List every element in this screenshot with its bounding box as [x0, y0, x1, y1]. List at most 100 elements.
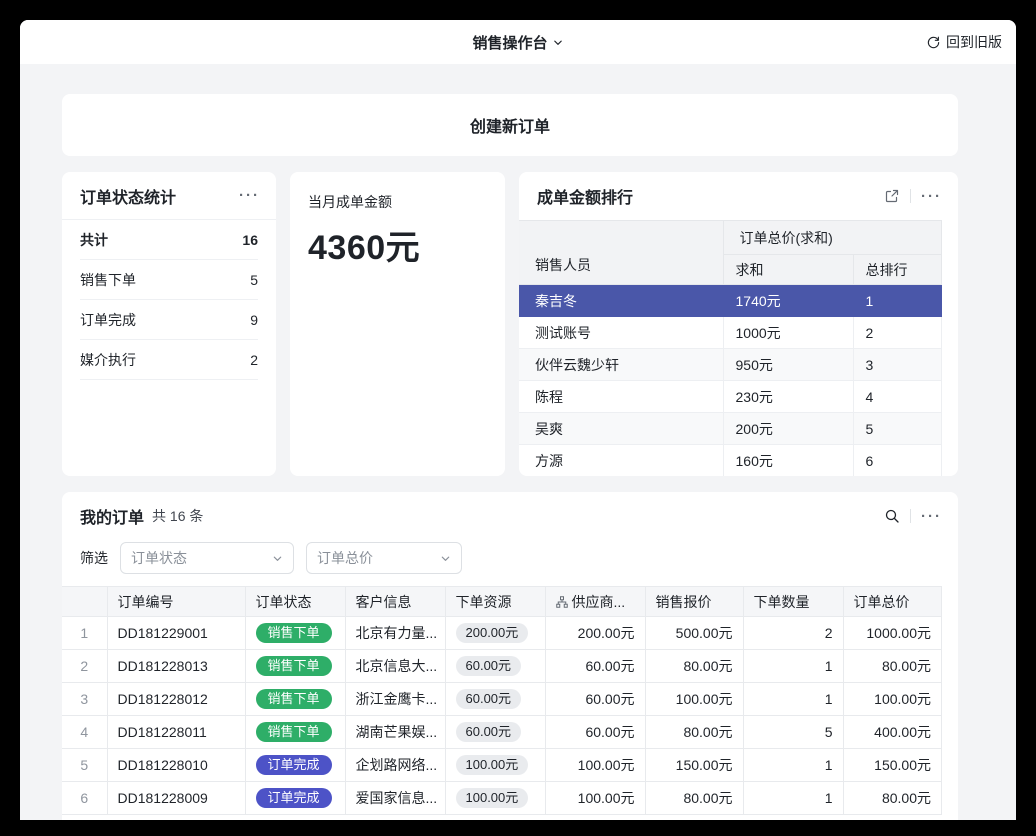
more-icon[interactable] [921, 188, 942, 205]
row-number: 5 [62, 749, 107, 782]
order-id: DD181228009 [107, 782, 245, 815]
total-cell: 80.00元 [843, 650, 942, 683]
order-row[interactable]: 3 DD181228012 销售下单 浙江金鹰卡... 60.00元 60.00… [62, 683, 942, 716]
order-id: DD181228011 [107, 716, 245, 749]
stats-label: 媒介执行 [80, 350, 136, 370]
order-id: DD181228013 [107, 650, 245, 683]
row-number: 1 [62, 617, 107, 650]
quote-cell: 150.00元 [645, 749, 743, 782]
customer-cell: 企划路网络... [345, 749, 445, 782]
ranking-title: 成单金额排行 [537, 184, 633, 208]
ranking-sum: 200元 [723, 413, 853, 445]
quantity-cell: 1 [743, 650, 843, 683]
ranking-rank: 5 [853, 413, 942, 445]
more-icon[interactable] [239, 187, 260, 204]
ranking-rank: 1 [853, 285, 942, 317]
quote-cell: 80.00元 [645, 782, 743, 815]
back-to-old-version-link[interactable]: 回到旧版 [926, 20, 1002, 64]
dashboard-switcher[interactable]: 销售操作台 [472, 20, 563, 64]
relation-icon [556, 596, 568, 608]
order-row[interactable]: 4 DD181228011 销售下单 湖南芒果娱... 60.00元 60.00… [62, 716, 942, 749]
create-order-button[interactable]: 创建新订单 [62, 94, 958, 156]
orders-table: 订单编号 订单状态 客户信息 下单资源 供应商... 销售报价 下单数量 订单 [62, 586, 942, 815]
ranking-row[interactable]: 测试账号 1000元 2 [519, 317, 942, 349]
chevron-down-icon [553, 37, 564, 48]
order-row[interactable]: 1 DD181229001 销售下单 北京有力量... 200.00元 200.… [62, 617, 942, 650]
resource-chip: 60.00元 [456, 689, 522, 709]
ranking-row[interactable]: 方源 160元 6 [519, 445, 942, 477]
ranking-name: 方源 [519, 445, 723, 477]
ranking-col-sum: 求和 [723, 255, 853, 285]
stats-value: 5 [250, 272, 258, 288]
total-cell: 80.00元 [843, 782, 942, 815]
col-order-id: 订单编号 [107, 587, 245, 617]
stats-cards-row: 订单状态统计 共计 16 销售下单 5 订单完成 9 [62, 172, 958, 476]
row-number: 6 [62, 782, 107, 815]
stats-row-total: 共计 16 [80, 220, 258, 260]
divider [910, 509, 911, 523]
status-badge: 销售下单 [256, 623, 332, 643]
ranking-col-total-group: 订单总价(求和) [723, 221, 942, 255]
ranking-col-rank: 总排行 [853, 255, 942, 285]
stats-label: 订单完成 [80, 310, 136, 330]
app-window: 销售操作台 回到旧版 创建新订单 订单状态统计 共计 16 [20, 20, 1016, 820]
ranking-row[interactable]: 吴爽 200元 5 [519, 413, 942, 445]
stats-value: 9 [250, 312, 258, 328]
ranking-card: 成单金额排行 销售人员 订单总价(求和) [519, 172, 958, 476]
supplier-cell: 60.00元 [545, 683, 645, 716]
month-amount-title: 当月成单金额 [308, 192, 487, 212]
stats-value: 2 [250, 352, 258, 368]
total-cell: 100.00元 [843, 683, 942, 716]
supplier-cell: 100.00元 [545, 749, 645, 782]
order-row[interactable]: 6 DD181228009 订单完成 爱国家信息... 100.00元 100.… [62, 782, 942, 815]
col-order-status: 订单状态 [245, 587, 345, 617]
ranking-sum: 1740元 [723, 285, 853, 317]
topbar: 销售操作台 回到旧版 [20, 20, 1016, 64]
row-number: 4 [62, 716, 107, 749]
select-placeholder: 订单状态 [131, 548, 187, 568]
ranking-sum: 160元 [723, 445, 853, 477]
ranking-row[interactable]: 陈程 230元 4 [519, 381, 942, 413]
ranking-sum: 1000元 [723, 317, 853, 349]
quantity-cell: 5 [743, 716, 843, 749]
customer-cell: 浙江金鹰卡... [345, 683, 445, 716]
quantity-cell: 2 [743, 617, 843, 650]
ranking-rank: 3 [853, 349, 942, 381]
order-id: DD181228012 [107, 683, 245, 716]
order-row[interactable]: 2 DD181228013 销售下单 北京信息大... 60.00元 60.00… [62, 650, 942, 683]
more-icon[interactable] [921, 508, 942, 525]
export-icon[interactable] [884, 188, 900, 204]
order-status-filter-select[interactable]: 订单状态 [120, 542, 294, 574]
chevron-down-icon [440, 553, 451, 564]
total-cell: 150.00元 [843, 749, 942, 782]
resource-chip: 60.00元 [456, 722, 522, 742]
supplier-cell: 200.00元 [545, 617, 645, 650]
order-total-filter-select[interactable]: 订单总价 [306, 542, 462, 574]
row-number: 3 [62, 683, 107, 716]
ranking-col-person: 销售人员 [519, 221, 723, 285]
order-id: DD181229001 [107, 617, 245, 650]
supplier-cell: 60.00元 [545, 716, 645, 749]
divider [910, 189, 911, 203]
stats-row: 订单完成 9 [80, 300, 258, 340]
order-row[interactable]: 5 DD181228010 订单完成 企划路网络... 100.00元 100.… [62, 749, 942, 782]
ranking-row-selected[interactable]: 秦吉冬 1740元 1 [519, 285, 942, 317]
page-title: 销售操作台 [472, 32, 547, 53]
filter-label: 筛选 [80, 548, 108, 568]
customer-cell: 爱国家信息... [345, 782, 445, 815]
ranking-name: 秦吉冬 [519, 285, 723, 317]
create-order-label: 创建新订单 [470, 113, 550, 137]
ranking-rank: 6 [853, 445, 942, 477]
stats-value: 16 [242, 232, 258, 248]
ranking-name: 陈程 [519, 381, 723, 413]
status-badge: 销售下单 [256, 689, 332, 709]
ranking-name: 伙伴云魏少轩 [519, 349, 723, 381]
ranking-row[interactable]: 伙伴云魏少轩 950元 3 [519, 349, 942, 381]
status-badge: 订单完成 [256, 755, 332, 775]
col-quantity: 下单数量 [743, 587, 843, 617]
search-icon[interactable] [884, 508, 900, 524]
ranking-rank: 4 [853, 381, 942, 413]
ranking-name: 吴爽 [519, 413, 723, 445]
select-placeholder: 订单总价 [317, 548, 373, 568]
row-number: 2 [62, 650, 107, 683]
